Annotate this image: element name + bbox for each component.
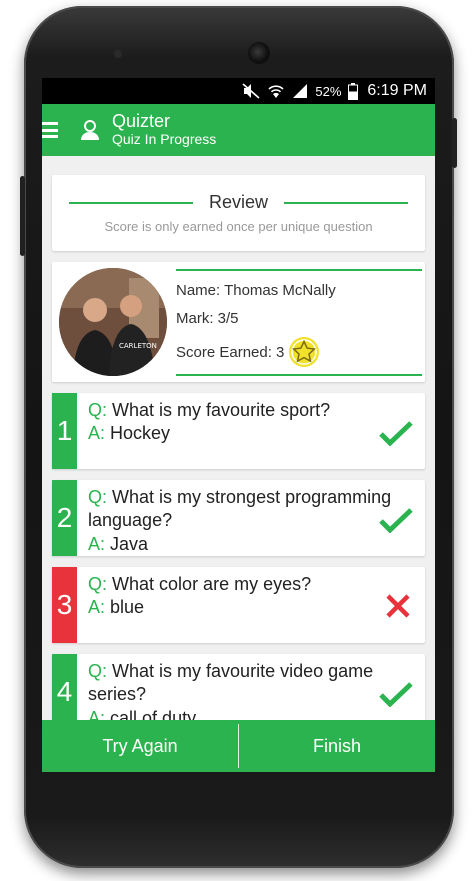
profile-name: Name: Thomas McNally — [176, 282, 336, 299]
answer-label: A: — [88, 597, 106, 618]
review-note: Score is only earned once per unique que… — [104, 219, 373, 234]
app-title: Quizter — [112, 111, 171, 132]
status-bar: 52% 6:19 PM — [42, 78, 435, 104]
profile-score: Score Earned: 3 — [176, 343, 285, 361]
proximity-sensor — [114, 50, 122, 58]
divider — [284, 201, 409, 204]
answer-text: Hockey — [110, 423, 171, 444]
user-icon[interactable] — [80, 119, 100, 141]
question-card[interactable]: 3 Q: What color are my eyes? A: blue — [52, 567, 425, 643]
front-camera — [248, 42, 270, 64]
question-text: What is my favourite video game series? — [88, 661, 374, 705]
power-button — [452, 118, 457, 168]
battery-percent: 52% — [315, 83, 342, 99]
question-label: Q: — [88, 574, 108, 594]
phone-screen: 52% 6:19 PM Quizter Quiz In Progress Rev… — [42, 78, 435, 772]
profile-info: Name: Thomas McNally Mark: 3/5 Score Ear… — [176, 269, 422, 376]
try-again-button[interactable]: Try Again — [42, 736, 238, 757]
question-text: What is my favourite sport? — [112, 400, 331, 420]
signal-icon — [293, 84, 308, 98]
answer-label: A: — [88, 423, 106, 444]
question-card[interactable]: 2 Q: What is my strongest programming la… — [52, 480, 425, 556]
check-icon — [379, 508, 413, 533]
answer-label: A: — [88, 533, 106, 554]
finish-button[interactable]: Finish — [239, 736, 435, 757]
question-card[interactable]: 1 Q: What is my favourite sport? A: Hock… — [52, 393, 425, 469]
check-icon — [379, 421, 413, 446]
app-bar: Quizter Quiz In Progress — [42, 104, 435, 156]
profile-mark: Mark: 3/5 — [176, 310, 239, 327]
check-icon — [379, 682, 413, 707]
review-title: Review — [208, 192, 269, 212]
clock: 6:19 PM — [367, 82, 427, 99]
question-label: Q: — [88, 661, 108, 681]
svg-text:CARLETON: CARLETON — [119, 342, 157, 350]
question-number: 2 — [52, 480, 77, 556]
cross-icon — [386, 594, 410, 618]
mute-icon — [242, 83, 260, 99]
question-label: Q: — [88, 400, 108, 420]
star-badge-icon — [289, 337, 320, 367]
app-subtitle: Quiz In Progress — [112, 131, 217, 148]
divider — [176, 374, 422, 376]
answer-text: Java — [110, 533, 149, 554]
avatar: CARLETON — [59, 268, 167, 376]
divider — [176, 269, 422, 271]
question-number: 3 — [52, 567, 77, 643]
battery-icon — [348, 82, 359, 100]
question-label: Q: — [88, 487, 108, 507]
question-card[interactable]: 4 Q: What is my favourite video game ser… — [52, 654, 425, 730]
profile-card: CARLETON Name: Thomas McNally Mark: 3/5 … — [52, 262, 425, 382]
bottom-action-bar: Try Again Finish — [42, 720, 435, 772]
main-content: Review Score is only earned once per uni… — [42, 175, 435, 730]
answer-text: blue — [110, 597, 145, 618]
volume-button — [20, 176, 25, 256]
divider — [68, 201, 193, 204]
review-card: Review Score is only earned once per uni… — [52, 175, 425, 251]
question-number: 4 — [52, 654, 77, 730]
wifi-icon — [268, 85, 284, 98]
menu-icon[interactable] — [42, 119, 60, 141]
question-text: What is my strongest programming languag… — [88, 487, 392, 531]
question-number: 1 — [52, 393, 77, 469]
question-text: What color are my eyes? — [112, 574, 312, 594]
